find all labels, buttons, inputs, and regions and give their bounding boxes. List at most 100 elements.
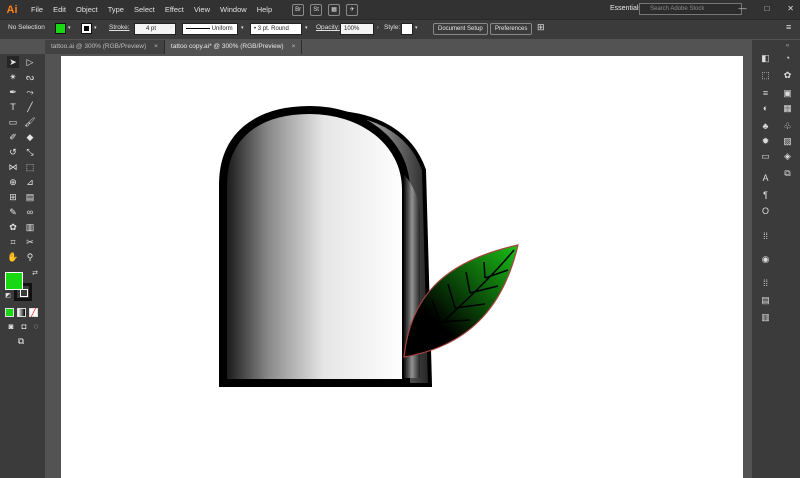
fill-color-box[interactable] [5,272,23,290]
chevron-down-icon[interactable]: ▾ [415,25,418,31]
swatches-panel-icon[interactable]: ▦ [782,103,793,114]
artwork[interactable] [61,56,743,478]
close-icon[interactable]: × [292,43,296,50]
paragraph-panel-icon[interactable]: ¶ [760,190,771,201]
zoom-tool-icon[interactable]: ⚲ [24,251,36,263]
arrange-icon[interactable]: ⊞ [537,22,545,33]
fill-swatch[interactable] [55,23,66,34]
selection-tool-icon[interactable]: ➤ [7,56,19,68]
menu-window[interactable]: Window [220,5,247,14]
asset-export-panel-icon[interactable]: ▤ [760,295,771,306]
curvature-tool-icon[interactable]: ⤳ [24,86,36,98]
transform-panel-icon[interactable]: ⁞⁞ [760,278,771,289]
minimize-button[interactable]: — [738,4,746,13]
stroke-panel-icon[interactable]: ≡ [760,88,771,99]
gpu-performance-icon[interactable]: ✈ [346,3,359,16]
mesh-tool-icon[interactable]: ⊞ [7,191,19,203]
perspective-tool-icon[interactable]: ⊿ [24,176,36,188]
draw-normal-icon[interactable]: ◙ [5,321,17,333]
draw-behind-icon[interactable]: ◘ [18,321,30,333]
artboard[interactable] [61,56,743,478]
opacity-label[interactable]: Opacity: [316,24,340,31]
color-panel-icon[interactable]: ⬚ [760,70,771,81]
preferences-button[interactable]: Preferences [490,23,533,35]
close-button[interactable]: ✕ [787,4,794,13]
shaper-tool-icon[interactable]: ✐ [7,131,19,143]
graphic-style-swatch[interactable] [401,23,413,35]
column-graph-tool-icon[interactable]: ▥ [24,221,36,233]
align-panel-icon[interactable]: ⁞⁞ [760,231,771,242]
artboards-panel-icon[interactable]: ⧉ [782,168,793,179]
variable-width-profile[interactable]: Uniform [182,23,238,35]
stroke-label[interactable]: Stroke: [109,24,130,31]
graphic-styles-panel-icon[interactable]: ✹ [760,136,771,147]
tombstone-front[interactable] [219,105,410,387]
eyedropper-tool-icon[interactable]: ✎ [7,206,19,218]
transparency-panel-icon[interactable]: ◐ [760,103,771,114]
width-tool-icon[interactable]: ⋈ [7,161,19,173]
gradient-tool-icon[interactable]: ▤ [24,191,36,203]
artboard-tool-icon[interactable]: ⌗ [7,236,19,248]
direct-selection-tool-icon[interactable]: ▷ [24,56,36,68]
magic-wand-tool-icon[interactable]: ✴ [7,71,19,83]
gradient-panel-icon[interactable]: ▣ [782,88,793,99]
close-icon[interactable]: × [154,43,158,50]
symbols-panel-icon[interactable]: ♧ [782,121,793,132]
blend-tool-icon[interactable]: ∞ [24,206,36,218]
links-panel-icon[interactable]: ▭ [760,151,771,162]
chevron-down-icon[interactable]: ▾ [305,25,308,31]
character-panel-icon[interactable]: A [760,173,771,184]
default-colors-icon[interactable]: ◩ [2,290,14,302]
pen-tool-icon[interactable]: ✒ [7,86,19,98]
chevron-down-icon[interactable]: ▾ [94,25,97,31]
symbol-sprayer-tool-icon[interactable]: ✿ [7,221,19,233]
color-mode-icon[interactable] [5,308,14,317]
bridge-button[interactable]: Br [292,3,305,16]
chevron-right-icon[interactable]: › [377,25,379,31]
line-tool-icon[interactable]: ╱ [24,101,36,113]
draw-inside-icon[interactable]: ◌ [30,321,42,333]
brush-definition[interactable]: • 3 pt. Round [250,23,302,35]
chevron-down-icon[interactable]: ▾ [170,25,173,31]
none-mode-icon[interactable]: ╱ [29,308,38,317]
shape-builder-tool-icon[interactable]: ⊕ [7,176,19,188]
layers-panel-icon[interactable]: ◈ [782,151,793,162]
pathfinder-panel-icon[interactable]: ◉ [760,254,771,265]
menu-select[interactable]: Select [134,5,155,14]
menu-effect[interactable]: Effect [165,5,184,14]
tab-tattoo[interactable]: tattoo.ai @ 300% (RGB/Preview) × [45,40,165,54]
screen-mode-icon[interactable]: ⧉ [15,335,27,347]
navigator-panel-icon[interactable]: ▥ [760,312,771,323]
paintbrush-tool-icon[interactable]: 🖌 [24,116,36,128]
properties-panel-icon[interactable]: ◧ [760,53,771,64]
opacity-field[interactable]: 100% [340,23,374,35]
color-guide-panel-icon[interactable]: ◔ [782,53,793,64]
stroke-swatch[interactable] [81,23,92,34]
scale-tool-icon[interactable]: ⤡ [24,146,36,158]
document-setup-button[interactable]: Document Setup [433,23,488,35]
appearance-panel-icon[interactable]: ▨ [782,136,793,147]
type-tool-icon[interactable]: T [7,101,19,113]
gradient-mode-icon[interactable] [17,308,26,317]
rotate-tool-icon[interactable]: ↺ [7,146,19,158]
slice-tool-icon[interactable]: ✂ [24,236,36,248]
search-input[interactable]: Search Adobe Stock [639,3,742,15]
libraries-panel-icon[interactable]: ✿ [782,70,793,81]
tab-tattoo-copy[interactable]: tattoo copy.ai* @ 300% (RGB/Preview) × [164,40,303,54]
arrange-documents-icon[interactable]: ▦ [328,3,341,16]
menu-object[interactable]: Object [76,5,98,14]
stock-button[interactable]: St [310,3,323,16]
chevron-down-icon[interactable]: ▾ [241,25,244,31]
panel-menu-icon[interactable]: ≡ [786,22,791,32]
swap-colors-icon[interactable]: ⇄ [29,268,41,280]
menu-edit[interactable]: Edit [53,5,66,14]
eraser-tool-icon[interactable]: ◆ [24,131,36,143]
chevron-down-icon[interactable]: ▾ [68,25,71,31]
collapse-icon[interactable]: « [782,41,793,52]
rectangle-tool-icon[interactable]: ▭ [7,116,19,128]
lasso-tool-icon[interactable]: ᔓ [24,71,36,83]
menu-file[interactable]: File [31,5,43,14]
free-transform-tool-icon[interactable]: ⬚ [24,161,36,173]
menu-view[interactable]: View [194,5,210,14]
brushes-panel-icon[interactable]: ♣ [760,121,771,132]
